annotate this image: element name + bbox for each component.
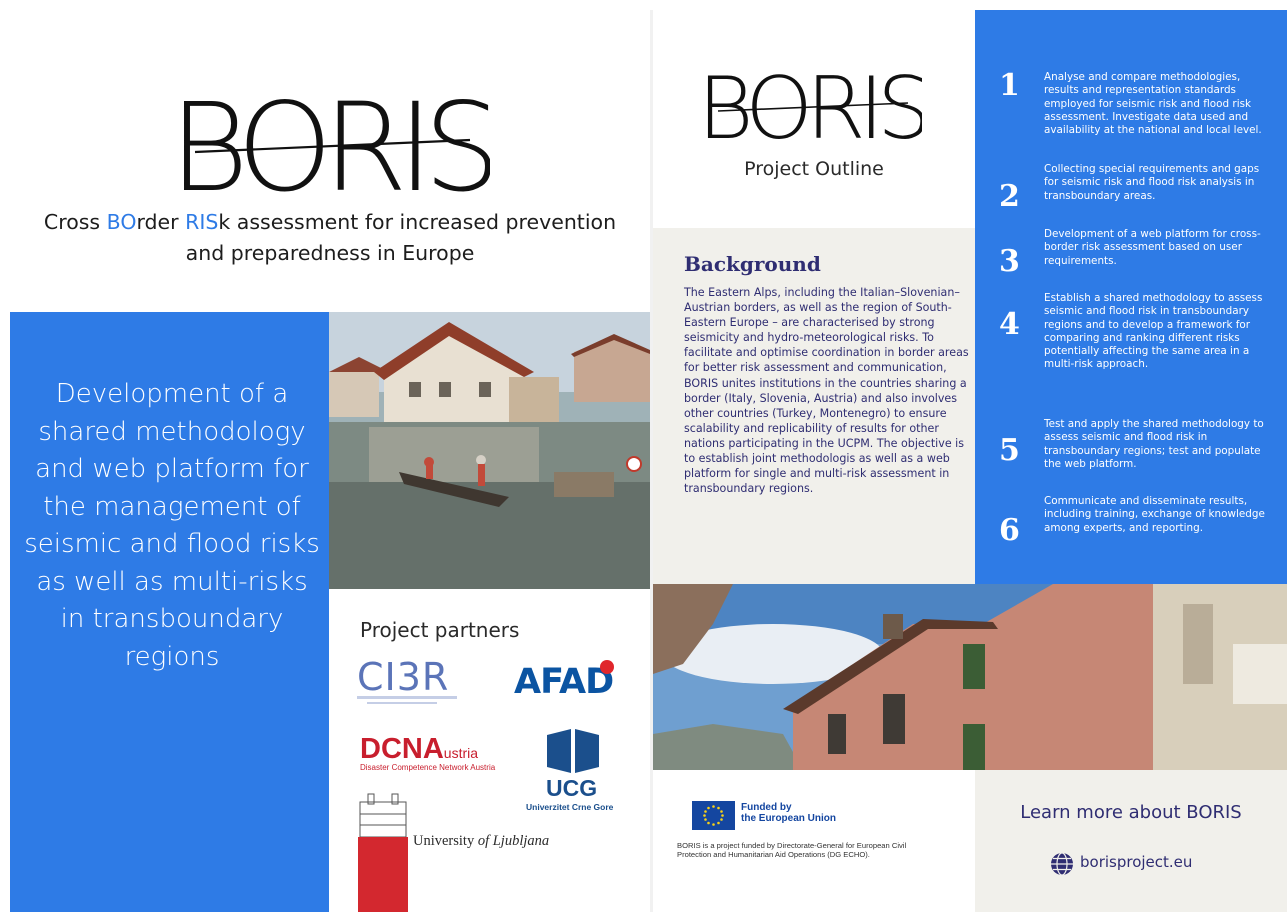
website-link[interactable]: borisproject.eu [1080,853,1192,871]
step-number: 5 [999,433,1020,468]
step-number: 3 [999,244,1020,279]
university-building-icon [359,793,407,837]
afad-logo: AFAD [514,662,614,702]
ucg-logo: UCG [546,775,598,801]
step-number: 6 [999,513,1020,548]
eu-funded-line2: the European Union [741,813,836,824]
steps-panel: 1 Analyse and compare methodologies, res… [975,10,1287,584]
subtitle-highlight: RIS [185,210,219,234]
outline-title: Project Outline [744,158,884,180]
subtitle-text: k assessment for increased prevention an… [185,210,617,265]
dcna-logo-subtitle: Disaster Competence Network Austria [360,763,496,772]
step-text: Collecting special requirements and gaps… [1044,163,1260,202]
university-ljubljana-logo: University of Ljubljana [413,833,549,850]
partners-title: Project partners [360,618,520,642]
learn-more-section [975,770,1287,912]
background-text: The Eastern Alps, including the Italian–… [684,286,969,496]
step-text: Development of a web platform for cross-… [1044,228,1261,267]
dcna-logo: DCNAustria [360,733,478,766]
subtitle-highlight: BO [106,210,137,234]
earthquake-photo [653,584,1287,770]
subtitle-text: Cross [43,210,107,234]
flood-photo [329,312,650,589]
eu-flag-icon [692,801,735,830]
step-number: 4 [999,307,1020,342]
ul-prefix: University [413,833,478,849]
step-number: 1 [999,68,1020,103]
eu-funded-label: Funded by the European Union [741,802,836,824]
dcna-logo-suffix: ustria [443,745,479,761]
step-text: Communicate and disseminate results, inc… [1044,495,1265,534]
ucg-logo-subtitle: Univerzitet Crne Gore [526,802,614,812]
step-text: Analyse and compare methodologies, resul… [1044,71,1262,137]
background-title: Background [684,252,821,276]
globe-icon [1051,852,1073,876]
project-subtitle: Cross BOrder RISk assessment for increas… [40,207,620,269]
ul-italic: of Ljubljana [477,833,550,849]
mission-statement: Development of a shared methodology and … [24,379,320,672]
step-text: Test and apply the shared methodology to… [1044,418,1264,470]
ci3r-logo: CI3R [357,655,450,699]
university-logo-band [358,837,408,912]
afad-flag-icon [600,660,614,674]
step-number: 2 [999,179,1020,214]
learn-more-title: Learn more about BORIS [1020,802,1242,823]
ucg-book-icon [547,729,599,773]
boris-logo: BORIS [170,82,490,200]
eu-funded-line1: Funded by [741,802,792,813]
dcna-logo-main: DCNA [360,733,444,765]
subtitle-text: rder [136,210,186,234]
ci3r-logo-reflection [357,696,457,704]
step-text: Establish a shared methodology to assess… [1044,292,1263,371]
eu-funding-text: BORIS is a project funded by Directorate… [677,841,907,860]
boris-logo-small: BORIS [700,63,922,145]
